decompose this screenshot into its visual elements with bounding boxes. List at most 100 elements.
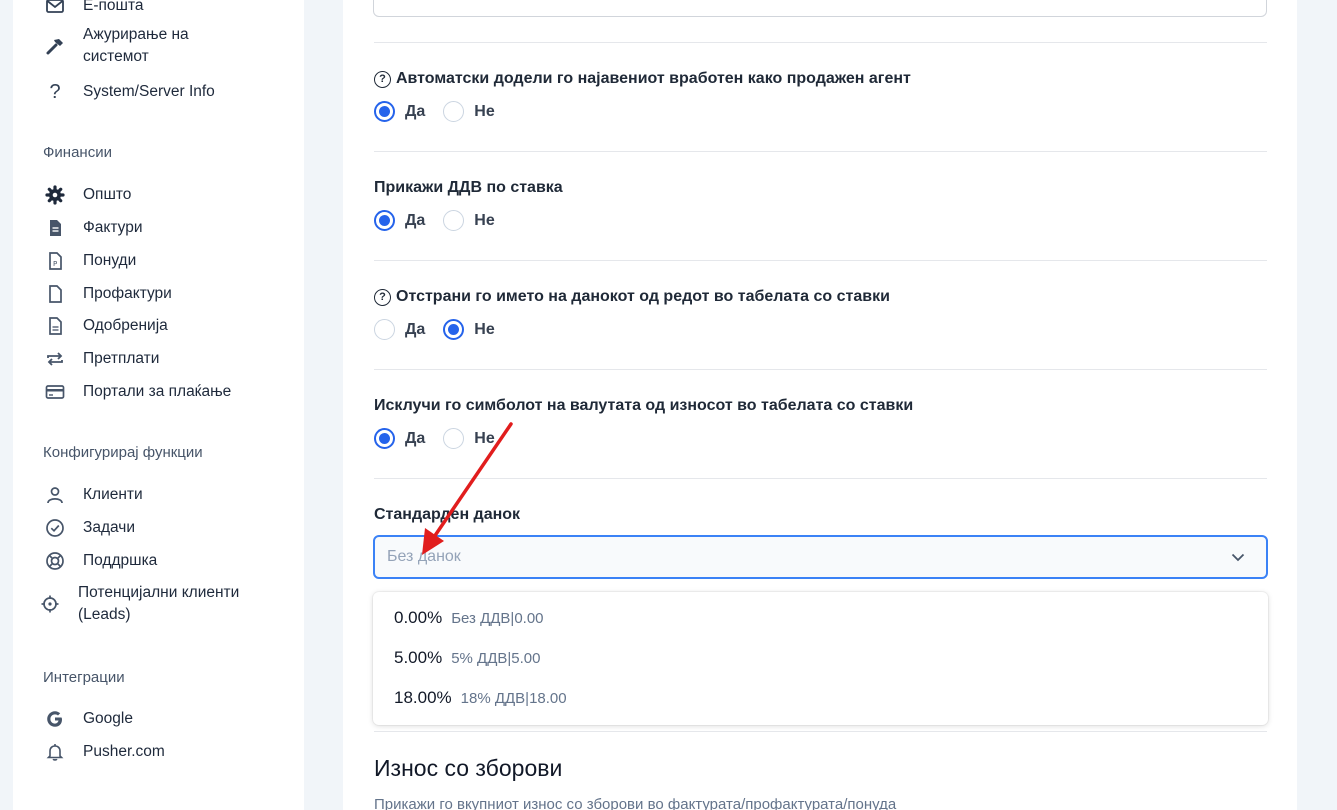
sidebar-item-label: Поддршка [83,552,158,569]
sidebar-item-google[interactable]: Google [43,707,133,731]
tax-option-detail: 18% ДДВ|18.00 [460,690,567,707]
radio-yes[interactable] [374,210,395,231]
sidebar-item-system-info[interactable]: ? System/Server Info [43,80,215,104]
question-circle-icon[interactable]: ? [374,288,391,306]
radio-group-exclude-currency-symbol: Да Не [374,428,513,449]
tax-option-detail: 5% ДДВ|5.00 [451,650,541,667]
radio-yes-label: Да [405,102,426,120]
sidebar-item-label: Профактури [83,285,172,302]
bell-icon [43,740,67,764]
settings-panel: ? Автоматски додели го најавениот вработ… [343,0,1297,810]
sidebar-heading-integrations: Интеграции [43,669,125,686]
section-description-amount-in-words: Прикажи го вкупниот износ со зборови во … [374,796,897,810]
tax-option-rate: 0.00% [394,608,443,627]
sidebar-item-customers[interactable]: Клиенти [43,483,143,507]
credit-card-icon [43,380,67,404]
radio-yes-label: Да [405,429,426,447]
radio-group-remove-tax-name: Да Не [374,319,513,340]
setting-label-remove-tax-name: ? Отстрани го името на данокот од редот … [374,288,890,306]
hammer-icon [43,34,67,58]
estimate-icon: P [43,249,67,273]
sidebar-item-pusher[interactable]: Pusher.com [43,740,165,764]
question-icon: ? [49,80,61,103]
tax-option[interactable]: 18.00% 18% ДДВ|18.00 [394,688,567,708]
life-ring-icon [43,549,67,573]
sidebar-item-estimates[interactable]: P Понуди [43,249,136,273]
sidebar-item-tasks[interactable]: Задачи [43,516,135,540]
invoice-icon [43,216,67,240]
sidebar-item-leads[interactable]: Потенцијални клиенти (Leads) [38,582,268,626]
settings-sidebar: Е-пошта Ажурирање на системот ? System/S… [13,0,304,810]
sidebar-item-label: System/Server Info [83,83,215,100]
divider [374,260,1267,261]
tax-option[interactable]: 5.00% 5% ДДВ|5.00 [394,648,540,668]
radio-yes[interactable] [374,428,395,449]
tax-option-rate: 18.00% [394,688,452,707]
radio-no-label: Не [474,102,495,120]
user-icon [43,483,67,507]
sidebar-item-label: Pusher.com [83,743,165,760]
mail-icon [43,0,67,18]
sidebar-heading-finance: Финансии [43,144,112,161]
divider [374,731,1267,732]
chevron-down-icon [1231,553,1245,562]
tax-option-detail: Без ДДВ|0.00 [451,610,544,627]
radio-yes[interactable] [374,101,395,122]
repeat-icon [43,347,67,371]
sidebar-item-invoices[interactable]: Фактури [43,216,143,240]
previous-setting-input[interactable] [373,0,1267,17]
sidebar-item-proforma[interactable]: Профактури [43,282,172,306]
sidebar-item-credit-notes[interactable]: Одобренија [43,314,168,338]
setting-label-auto-assign-agent: ? Автоматски додели го најавениот вработ… [374,70,911,88]
setting-label-show-tax-per-item: Прикажи ДДВ по ставка [374,179,563,196]
gear-icon [43,183,67,207]
sidebar-item-label: Е-пошта [83,0,144,14]
radio-no-label: Не [474,211,495,229]
sidebar-item-subscriptions[interactable]: Претплати [43,347,159,371]
default-tax-dropdown: 0.00% Без ДДВ|0.00 5.00% 5% ДДВ|5.00 18.… [373,592,1268,725]
default-tax-placeholder: Без данок [387,548,461,565]
sidebar-heading-features: Конфигурирај функции [43,444,203,461]
radio-no[interactable] [443,428,465,449]
sidebar-item-support[interactable]: Поддршка [43,549,157,573]
radio-yes-label: Да [405,211,426,229]
sidebar-item-general[interactable]: Општо [43,183,131,207]
sidebar-item-label: Портали за плаќање [83,383,232,400]
file-lines-icon [43,314,67,338]
radio-group-auto-assign-agent: Да Не [374,101,513,122]
sidebar-item-email[interactable]: Е-пошта [43,0,144,18]
divider [374,42,1267,43]
question-circle-icon[interactable]: ? [374,70,391,88]
google-icon [43,707,67,731]
radio-group-show-tax-per-item: Да Не [374,210,513,231]
sidebar-item-label: Google [83,710,133,727]
sidebar-item-label: Потенцијални клиенти (Leads) [78,584,240,623]
sidebar-item-payment-gateways[interactable]: Портали за плаќање [43,380,231,404]
radio-no[interactable] [443,319,465,340]
sidebar-item-label: Задачи [83,519,136,536]
setting-label-exclude-currency-symbol: Исклучи го симболот на валутата од износ… [374,397,914,414]
sidebar-item-label: Одобренија [83,317,168,334]
svg-text:P: P [53,260,57,268]
divider [374,478,1267,479]
tax-option-rate: 5.00% [394,648,443,667]
sidebar-item-label: Претплати [83,350,160,367]
radio-no-label: Не [474,320,495,338]
sidebar-item-system-update[interactable]: Ажурирање на системот [43,24,243,68]
sidebar-item-label: Општо [83,186,132,203]
default-tax-label: Стандарден данок [374,506,521,523]
radio-yes[interactable] [374,319,395,340]
default-tax-select[interactable]: Без данок [373,535,1268,579]
radio-no-label: Не [474,429,495,447]
radio-no[interactable] [443,101,465,122]
sidebar-item-label: Ажурирање на системот [83,26,189,65]
tax-option[interactable]: 0.00% Без ДДВ|0.00 [394,608,544,628]
crosshair-icon [38,592,62,616]
radio-yes-label: Да [405,320,426,338]
file-icon [43,282,67,306]
sidebar-item-label: Понуди [83,252,137,269]
divider [374,151,1267,152]
radio-no[interactable] [443,210,465,231]
check-circle-icon [43,516,67,540]
sidebar-item-label: Фактури [83,219,143,236]
